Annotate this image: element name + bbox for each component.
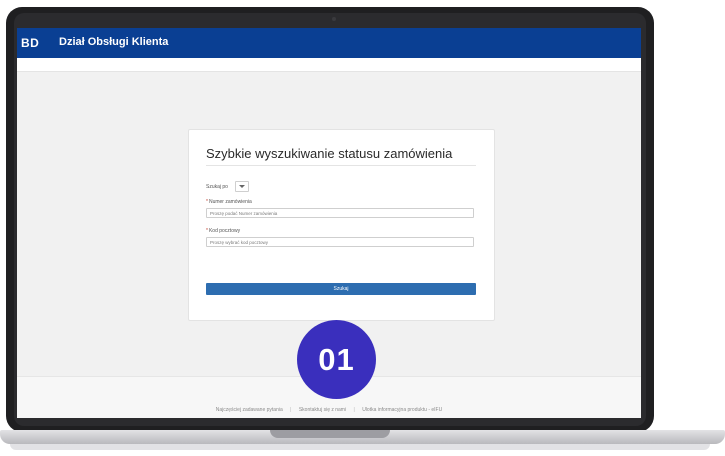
search-button[interactable]: Szukaj — [206, 283, 476, 295]
order-number-label: *Numer zamówienia — [206, 199, 252, 205]
step-number-badge: 01 — [297, 320, 376, 399]
footer-link-contact[interactable]: Skontaktuj się z nami — [299, 407, 346, 413]
postal-code-label-text: Kod pocztowy — [208, 228, 241, 234]
required-mark: * — [206, 228, 208, 234]
brand-logo[interactable]: BD — [21, 36, 39, 50]
app-header: BD Dział Obsługi Klienta — [17, 28, 641, 58]
footer-link-eifu[interactable]: Ulotka informacyjna produktu - eIFU — [362, 407, 442, 413]
app-title: Dział Obsługi Klienta — [59, 36, 169, 48]
postal-code-input[interactable]: Proszę wybrać kod pocztowy — [206, 237, 474, 247]
footer-link-faq[interactable]: Najczęściej zadawane pytania — [216, 407, 283, 413]
required-mark: * — [206, 199, 208, 205]
postal-code-label: *Kod pocztowy — [206, 228, 240, 234]
order-number-input[interactable]: Proszę podać Numer zamówienia — [206, 208, 474, 218]
footer-links: Najczęściej zadawane pytania | Skontaktu… — [17, 407, 641, 413]
search-by-select[interactable] — [235, 181, 249, 192]
laptop-notch — [270, 430, 390, 438]
footer-separator: | — [353, 407, 355, 413]
divider — [206, 165, 476, 166]
search-by-label: Szukaj po — [206, 184, 228, 190]
order-search-card: Szybkie wyszukiwanie statusu zamówienia … — [188, 129, 495, 321]
footer-separator: | — [290, 407, 292, 413]
subheader-bar — [17, 58, 641, 72]
card-title: Szybkie wyszukiwanie statusu zamówienia — [206, 146, 453, 161]
laptop-shadow — [10, 444, 710, 450]
order-number-label-text: Numer zamówienia — [208, 199, 252, 205]
camera-icon — [332, 17, 336, 21]
chevron-down-icon — [239, 185, 245, 188]
